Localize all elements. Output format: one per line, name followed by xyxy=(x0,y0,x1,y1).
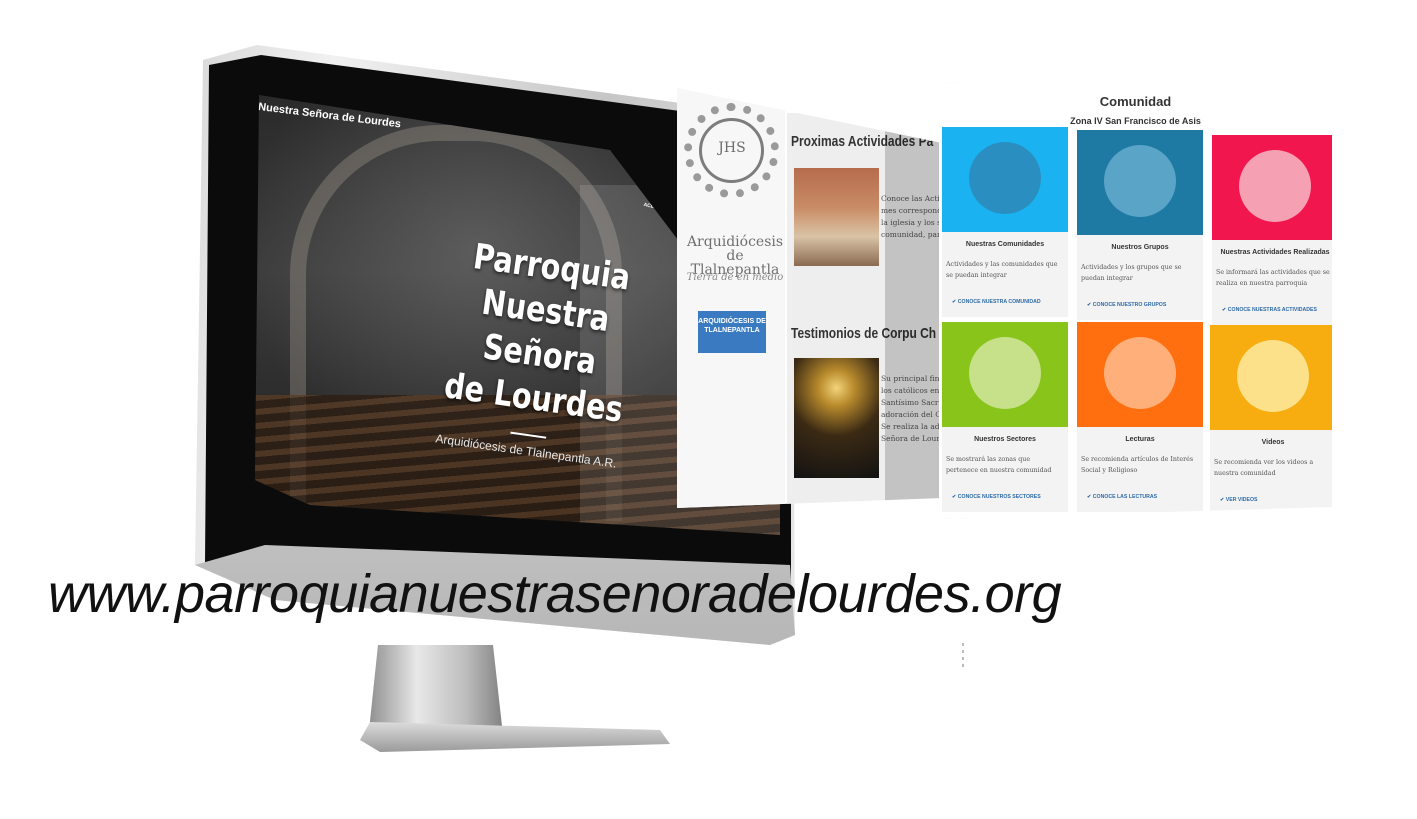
folder-icon xyxy=(1104,337,1176,409)
card-videos[interactable]: Videos Se recomienda ver los videos a nu… xyxy=(1210,325,1332,515)
card-link[interactable]: ✔ CONOCE NUESTRA COMUNIDAD xyxy=(952,299,1041,305)
card-description: Se informará las actividades que se real… xyxy=(1216,269,1330,287)
card-grupos[interactable]: Nuestros Grupos Actividades y los grupos… xyxy=(1077,130,1203,320)
seal-monogram: JHS xyxy=(718,140,746,156)
monstrance-image xyxy=(794,358,879,478)
card-title: Nuestros Grupos xyxy=(1111,244,1169,251)
checklist-icon xyxy=(1239,150,1311,222)
arquidiocesis-name: Arquidiócesis de Tlalnepantla xyxy=(686,234,784,278)
card-description: Se recomienda ver los videos a nuestra c… xyxy=(1214,459,1314,477)
card-link[interactable]: ✔ CONOCE LAS LECTURAS xyxy=(1087,494,1157,500)
card-title: Nuestras Actividades Realizadas xyxy=(1220,249,1330,256)
arquidiocesis-tagline: Tierra de en medio xyxy=(686,272,784,283)
card-comunidades[interactable]: Nuestras Comunidades Actividades y las c… xyxy=(942,127,1068,317)
card-description: Se recomienda artículos de Interés Socia… xyxy=(1081,456,1194,474)
card-sectores[interactable]: Nuestros Sectores Se mostrará las zonas … xyxy=(942,322,1068,512)
card-link[interactable]: ✔ CONOCE NUESTRO GRUPOS xyxy=(1087,302,1166,308)
hero-divider xyxy=(510,431,547,439)
church-facade-image xyxy=(794,168,879,266)
decorative-mark xyxy=(962,643,964,671)
community-icon xyxy=(969,142,1041,214)
map-icon xyxy=(969,337,1041,409)
comunidad-panel: Comunidad Zona IV San Francisco de Asis … xyxy=(939,82,1332,519)
card-description: Se mostrará las zonas que pertenece en n… xyxy=(946,456,1052,474)
card-link[interactable]: ✔ VER VIDEOS xyxy=(1220,497,1258,503)
card-title: Lecturas xyxy=(1125,436,1155,443)
panel-shadow xyxy=(885,128,942,508)
arquidiocesis-panel: JHS Arquidiócesis de Tlalnepantla Tierra… xyxy=(677,88,942,508)
card-link[interactable]: ✔ CONOCE NUESTROS SECTORES xyxy=(952,494,1041,500)
card-description: Actividades y los grupos que se puedan i… xyxy=(1081,264,1182,282)
website-url-caption: www.parroquianuestrasenoradelourdes.org xyxy=(48,564,1062,624)
card-title: Nuestras Comunidades xyxy=(965,241,1045,248)
card-actividades[interactable]: Nuestras Actividades Realizadas Se infor… xyxy=(1212,135,1332,325)
card-link[interactable]: ✔ CONOCE NUESTRAS ACTIVIDADES xyxy=(1222,307,1317,313)
group-icon xyxy=(1104,145,1176,217)
comunidad-subtitle: Zona IV San Francisco de Asis xyxy=(1070,116,1201,126)
comunidad-title: Comunidad xyxy=(1099,94,1172,109)
card-title: Nuestros Sectores xyxy=(974,436,1036,443)
monitor-base xyxy=(360,722,670,752)
card-lecturas[interactable]: Lecturas Se recomienda artículos de Inte… xyxy=(1077,322,1203,512)
arquidiocesis-button[interactable]: ARQUIDIÓCESIS DE TLALNEPANTLA xyxy=(698,311,766,353)
sidebar: JHS Arquidiócesis de Tlalnepantla Tierra… xyxy=(677,88,785,508)
card-description: Actividades y las comunidades que se pue… xyxy=(946,261,1058,279)
hero-section: Parroquia Nuestra Señora de Lourdes Arqu… xyxy=(411,230,669,474)
video-icon xyxy=(1237,340,1309,412)
card-title: Videos xyxy=(1261,439,1285,446)
